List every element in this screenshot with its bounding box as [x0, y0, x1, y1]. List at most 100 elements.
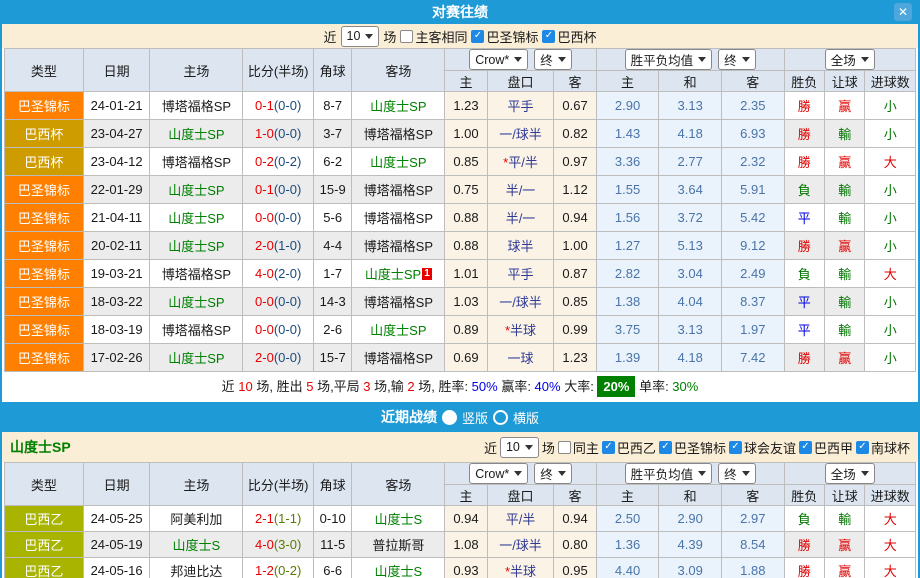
match-row: 巴西杯23-04-27山度士SP1-0(0-0)3-7博塔福格SP1.00一/球… [5, 120, 916, 148]
league-badge: 巴圣锦标 [5, 176, 84, 204]
result-goals: 大 [865, 260, 916, 288]
avg-away: 2.49 [721, 260, 784, 288]
score: 2-1(1-1) [243, 506, 314, 532]
avg-home: 3.75 [596, 316, 659, 344]
result-handicap: 赢 [825, 92, 865, 120]
recent-league-checkbox-0[interactable] [602, 441, 615, 454]
recent-crow-final-select[interactable]: 终 [534, 463, 572, 484]
recent-league-label: 巴圣锦标 [674, 438, 726, 457]
handicap-line: *半球 [487, 558, 554, 578]
match-row: 巴圣锦标17-02-26山度士SP2-0(0-0)15-7博塔福格SP0.69一… [5, 344, 916, 372]
close-icon[interactable]: ✕ [894, 3, 912, 21]
recent-count-select-value: 10 [506, 440, 520, 454]
vertical-layout-radio[interactable] [442, 410, 457, 425]
recent-header-score: 比分(半场) [243, 463, 314, 506]
recent-crow-select[interactable]: Crow* [469, 463, 528, 484]
h2h-header-away: 客场 [352, 49, 445, 92]
recent-avg-final-select[interactable]: 终 [718, 463, 756, 484]
summary-segment: 场,平局 [313, 379, 363, 394]
odds-home: 0.85 [445, 148, 487, 176]
recent-league-checkbox-3[interactable] [799, 441, 812, 454]
result-goals: 小 [865, 120, 916, 148]
recent-full-select[interactable]: 全场 [825, 463, 875, 484]
result-goals: 小 [865, 176, 916, 204]
league-badge: 巴西杯 [5, 148, 84, 176]
halftime-score: (0-0) [274, 294, 301, 309]
match-row: 巴圣锦标19-03-21博塔福格SP4-0(2-0)1-7山度士SP11.01平… [5, 260, 916, 288]
dialog-title: 对赛往绩 [432, 4, 488, 20]
avg-draw: 2.90 [659, 506, 722, 532]
avg-draw: 3.13 [659, 92, 722, 120]
result-goals: 小 [865, 288, 916, 316]
h2h-plain-checkbox[interactable] [400, 30, 413, 43]
result-wdl: 負 [784, 176, 824, 204]
recent-plain-option: 同主 [558, 438, 599, 457]
away-team: 博塔福格SP [352, 120, 445, 148]
score: 0-0(0-0) [243, 204, 314, 232]
match-date: 22-01-29 [83, 176, 150, 204]
h2h-plain-label: 主客相同 [415, 27, 467, 46]
score: 0-1(0-0) [243, 176, 314, 204]
handicap-line: 平手 [487, 92, 554, 120]
h2h-crow-final-select[interactable]: 终 [534, 49, 572, 70]
recent-count-select[interactable]: 10 [500, 437, 539, 458]
avg-away: 2.97 [721, 506, 784, 532]
recent-league-checkbox-2[interactable] [729, 441, 742, 454]
odds-home: 1.08 [445, 532, 487, 558]
recent-subheader-draw: 和 [659, 485, 722, 506]
recent-league-option: 巴圣锦标 [659, 438, 726, 457]
h2h-crow-select[interactable]: Crow* [469, 49, 528, 70]
h2h-table: 类型日期主场比分(半场)角球客场Crow*终胜平负均值终全场主盘口客主和客胜负让… [4, 48, 916, 372]
h2h-avg-select-value: 胜平负均值 [631, 50, 694, 69]
result-wdl: 勝 [784, 92, 824, 120]
h2h-league-checkbox-0[interactable] [471, 30, 484, 43]
h2h-league-option: 巴西杯 [542, 27, 596, 46]
chevron-down-icon [558, 57, 566, 62]
result-wdl: 平 [784, 204, 824, 232]
avg-away: 5.42 [721, 204, 784, 232]
match-row: 巴西杯23-04-12博塔福格SP0-2(0-2)6-2山度士SP0.85*平/… [5, 148, 916, 176]
h2h-plain-option: 主客相同 [400, 27, 467, 46]
recent-subheader-hcap: 盘口 [487, 485, 554, 506]
h2h-subheader-h: 主 [445, 71, 487, 92]
h2h-league-checkbox-1[interactable] [542, 30, 555, 43]
result-handicap: 赢 [825, 148, 865, 176]
recent-avg-select[interactable]: 胜平负均值 [625, 463, 713, 484]
recent-league-checkbox-1[interactable] [659, 441, 672, 454]
chevron-down-icon [861, 57, 869, 62]
horizontal-layout-radio[interactable] [493, 410, 508, 425]
match-row: 巴圣锦标20-02-11山度士SP2-0(1-0)4-4博塔福格SP0.88球半… [5, 232, 916, 260]
h2h-count-select[interactable]: 10 [341, 26, 380, 47]
h2h-avg-final-select[interactable]: 终 [718, 49, 756, 70]
recent-plain-checkbox[interactable] [558, 441, 571, 454]
halftime-score: (3-0) [274, 537, 301, 552]
result-wdl: 勝 [784, 558, 824, 578]
fulltime-score: 0-2 [255, 154, 274, 169]
league-badge: 巴圣锦标 [5, 92, 84, 120]
summary-segment: 40% [535, 379, 561, 394]
away-team-name: 山度士S [374, 564, 422, 578]
odds-away: 0.94 [554, 204, 596, 232]
avg-draw: 4.18 [659, 120, 722, 148]
recent-subheader-result: 胜负 [784, 485, 824, 506]
chevron-down-icon [861, 471, 869, 476]
score: 4-0(3-0) [243, 532, 314, 558]
result-wdl: 勝 [784, 120, 824, 148]
away-team-name: 普拉斯哥 [372, 538, 424, 553]
h2h-crow-select-value: Crow* [475, 53, 509, 67]
h2h-full-select[interactable]: 全场 [825, 49, 875, 70]
avg-draw: 5.13 [659, 232, 722, 260]
h2h-avg-select[interactable]: 胜平负均值 [625, 49, 713, 70]
home-team: 博塔福格SP [150, 316, 243, 344]
handicap-line: 一/球半 [487, 532, 554, 558]
handicap-line: 平手 [487, 260, 554, 288]
recent-avg-final-select-value: 终 [724, 464, 737, 483]
avg-home: 1.43 [596, 120, 659, 148]
h2h-near-label: 近 [324, 27, 337, 46]
summary-segment: 30% [672, 379, 698, 394]
result-goals: 小 [865, 344, 916, 372]
recent-league-checkbox-4[interactable] [856, 441, 869, 454]
summary-segment: 场, 胜率: [415, 379, 472, 394]
avg-draw: 2.77 [659, 148, 722, 176]
h2h-crow-header-group: Crow* 终 [445, 49, 596, 71]
